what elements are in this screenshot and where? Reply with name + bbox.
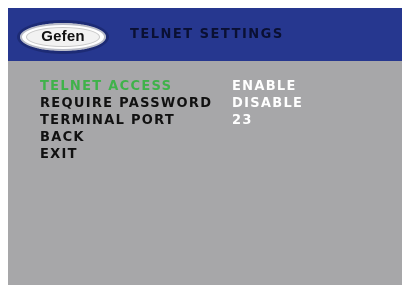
menu-item-exit[interactable]: EXIT xyxy=(40,146,212,163)
menu-item-value: ENABLE xyxy=(232,79,297,94)
menu-item-value: DISABLE xyxy=(232,96,304,111)
header-bar: Gefen TELNET SETTINGS xyxy=(8,8,402,61)
menu-item-label: EXIT xyxy=(40,147,78,162)
gefen-logo: Gefen xyxy=(20,23,106,51)
menu-item-require-password[interactable]: REQUIRE PASSWORD DISABLE xyxy=(40,95,302,112)
osd-window: Gefen TELNET SETTINGS TELNET ACCESS ENAB… xyxy=(8,8,402,285)
menu-item-telnet-access[interactable]: TELNET ACCESS ENABLE xyxy=(40,78,295,95)
menu-item-label: REQUIRE PASSWORD xyxy=(40,96,213,111)
menu-item-label: TERMINAL PORT xyxy=(40,113,176,128)
page-title: TELNET SETTINGS xyxy=(130,27,284,42)
settings-menu: TELNET ACCESS ENABLE REQUIRE PASSWORD DI… xyxy=(40,78,302,163)
menu-item-label: BACK xyxy=(40,130,85,145)
menu-item-terminal-port[interactable]: TERMINAL PORT 23 xyxy=(40,112,251,129)
logo-text: Gefen xyxy=(41,28,85,45)
menu-item-value: 23 xyxy=(232,113,253,128)
menu-item-label: TELNET ACCESS xyxy=(40,79,173,94)
menu-item-back[interactable]: BACK xyxy=(40,129,212,146)
